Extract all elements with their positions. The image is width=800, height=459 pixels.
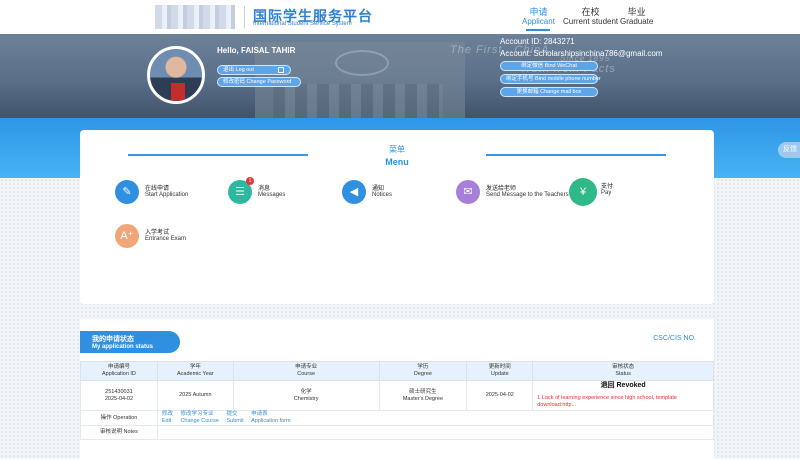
logout-button[interactable]: 退出 Log out [217,65,291,75]
menu-messages-en: Messages [258,192,286,198]
application-status-title-en: My application status [92,344,154,350]
edit-link[interactable]: 修改 Edit [162,411,173,425]
status-badge: 退回 Revoked [600,382,646,389]
menu-pay-cn: 支付 [601,184,614,190]
menu-pay-en: Pay [601,190,612,196]
menu-messages[interactable]: ☰ 1 消息 Messages [228,177,308,206]
avatar [147,46,205,104]
application-status-heading: 我的申请状态 My application status [80,331,180,353]
tab-graduate-en: Graduate [620,17,654,26]
greeting: Hello, FAISAL TAHIR [217,46,296,55]
header-course: 申请专业 Course [232,361,380,381]
table-header-row: 申请编号 Application ID 学年 Academic Year 申请专业 C… [80,361,714,381]
university-logo [155,5,235,29]
tab-current-student[interactable]: 在校 Current student [563,7,618,27]
bottom-card [80,452,714,459]
exam-icon: A⁺ [115,224,139,248]
yen-icon: ¥ [569,178,597,206]
menu-messages-cn: 消息 [258,186,271,192]
operation-row: 操作 Operation 修改 Edit 修改学习专业 Change Course … [80,410,715,426]
menu-notices-cn: 通知 [372,186,385,192]
cell-update: 2025-04-02 [466,380,534,411]
tab-applicant-cn: 申请 [529,7,548,17]
menu-entrance-exam[interactable]: A⁺ 入学考试 Entrance Exam [115,224,195,250]
menu-send-message-teachers[interactable]: ✉ 发送给老师 Send Message to the Teachers [456,180,574,206]
edit-icon: ✎ [115,180,139,204]
application-status-card: 我的申请状态 My application status CSC/CIS NO.… [80,319,715,453]
menu-start-application[interactable]: ✎ 在线申请 Start Application [115,180,205,206]
application-table: 申请编号 Application ID 学年 Academic Year 申请专业 C… [80,361,715,440]
header-degree: 学历 Degree [378,361,468,381]
application-status-title-cn: 我的申请状态 [92,336,134,343]
header-update: 更新时间 Update [466,361,534,381]
menu-start-application-en: Start Application [145,192,189,198]
header-academic-year: 学年 Academic Year [156,361,234,381]
tab-current-student-cn: 在校 [581,7,600,17]
cell-course: 化学 Chemistry [232,380,380,411]
feedback-side-button[interactable]: 反馈 [778,142,800,158]
logout-icon [278,67,284,73]
cell-status: 退回 Revoked 1.Lack of learning experience… [532,380,714,411]
logo-divider [244,6,245,28]
menu-title-cn: 菜单 [389,145,405,154]
cell-academic-year: 2025 Autumn [156,380,234,411]
menu-notices-en: Notices [372,192,393,198]
message-count-badge: 1 [246,177,254,185]
notes-label: 审核说明 Notes [80,425,158,440]
menu-start-application-cn: 在线申请 [145,186,170,192]
logout-label: 退出 Log out [223,67,254,73]
menu-entrance-exam-cn: 入学考试 [145,230,170,236]
top-header: 国际学生服务平台 International Student Service S… [0,0,800,34]
header-status: 审核状态 Status [532,361,714,381]
tab-applicant[interactable]: 申请 Applicant [522,7,555,31]
tab-applicant-en: Applicant [522,17,555,26]
menu-pay[interactable]: ¥ 支付 Pay [569,178,639,206]
header-application-id: 申请编号 Application ID [80,361,158,381]
menu-card: 菜单 Menu ✎ 在线申请 Start Application ☰ 1 消息 … [80,130,714,304]
account-id: Account ID: 2843271 [500,37,575,46]
mail-icon: ✉ [456,180,480,204]
status-note-link[interactable]: 1.Lack of learning experience since high… [533,395,713,409]
change-mailbox-button[interactable]: 更换邮箱 Change mail box [500,87,598,97]
menu-send-message-en: Send Message to the Teachers [486,192,569,198]
platform-title-en: International Student Service System [253,21,352,27]
change-course-link[interactable]: 修改学习专业 Change Course [180,411,219,425]
menu-title-en: Menu [385,157,409,167]
cell-application-id: 251430031 2025-04-02 [80,380,158,411]
account-email: Account: Scholarshipsinchina786@gmail.co… [500,49,663,58]
application-form-link[interactable]: 申请表 Application form [251,411,290,425]
operation-label: 操作 Operation [80,410,158,426]
tab-graduate[interactable]: 毕业 Graduate [620,7,653,27]
tab-current-student-en: Current student [563,17,619,26]
table-row: 251430031 2025-04-02 2025 Autumn 化学 Chemis… [80,380,714,411]
menu-entrance-exam-en: Entrance Exam [145,236,187,242]
notes-cell [156,425,715,440]
operation-links: 修改 Edit 修改学习专业 Change Course 提交 Submit 申请表 A… [156,410,715,426]
bind-wechat-button[interactable]: 绑定微信 Bind WeChat [500,61,598,71]
csc-cis-number: CSC/CIS NO. [653,335,696,342]
bind-phone-button[interactable]: 绑定手机号 Bind mobile phone number [500,74,601,84]
menu-notices[interactable]: ◀ 通知 Notices [342,180,422,206]
submit-link[interactable]: 提交 Submit [227,411,244,425]
speaker-icon: ◀ [342,180,366,204]
change-password-button[interactable]: 修改密码 Change Password [217,77,301,87]
cell-degree: 硕士研究生 Master's Degree [378,380,468,411]
menu-title: 菜单 Menu [80,144,714,167]
tab-graduate-cn: 毕业 [627,7,646,17]
profile-banner: The First...ChinA Since 1895 Truth from … [0,34,800,118]
notes-row: 审核说明 Notes [80,425,715,440]
menu-send-message-cn: 发送给老师 [486,186,517,192]
